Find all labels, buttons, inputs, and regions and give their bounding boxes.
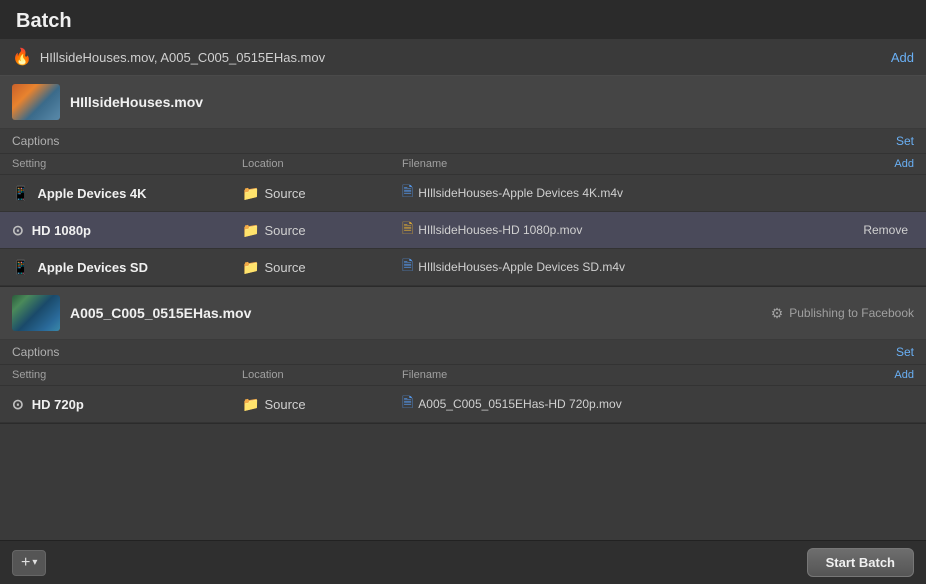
col-headers-1: Setting Location Filename Add [0, 154, 926, 175]
chevron-down-icon: ▾ [32, 557, 37, 568]
device-icon-1-3: 📱 [12, 259, 29, 276]
row-setting-label-1-2: HD 1080p [32, 223, 91, 238]
bottom-left: + ▾ [12, 550, 46, 576]
file-name-1: HIllsideHouses.mov [70, 94, 203, 110]
plus-icon: + [21, 554, 30, 572]
file-name-2: A005_C005_0515EHas.mov [70, 305, 251, 321]
row-setting-1-2: ⊙ HD 1080p [12, 222, 242, 239]
row-setting-1-1: 📱 Apple Devices 4K [12, 185, 242, 202]
row-filename-label-2-1: A005_C005_0515EHas-HD 720p.mov [418, 397, 621, 411]
file-action-2: ⚙ Publishing to Facebook [771, 305, 914, 322]
folder-icon-1-3: 📁 [242, 259, 259, 276]
col-setting-header-1: Setting [12, 158, 242, 170]
device-icon-2-1: ⊙ [12, 396, 24, 413]
captions-label-1: Captions [12, 134, 59, 148]
row-filename-label-1-2: HIllsideHouses-HD 1080p.mov [418, 223, 582, 237]
file-icon-1-1: 🗎 [402, 181, 413, 205]
device-icon-1-2: ⊙ [12, 222, 24, 239]
row-setting-2-1: ⊙ HD 720p [12, 396, 242, 413]
row-location-label-1-3: Source [264, 260, 305, 275]
row-filename-1-2: 🗎 HIllsideHouses-HD 1080p.mov [402, 218, 857, 242]
captions-row-2: Captions Set [0, 340, 926, 365]
encode-row-1-1[interactable]: 📱 Apple Devices 4K 📁 Source 🗎 HIllsideHo… [0, 175, 926, 212]
row-filename-label-1-1: HIllsideHouses-Apple Devices 4K.m4v [418, 186, 623, 200]
encode-row-1-3[interactable]: 📱 Apple Devices SD 📁 Source 🗎 HIllsideHo… [0, 249, 926, 286]
row-location-label-1-1: Source [264, 186, 305, 201]
row-setting-label-1-1: Apple Devices 4K [37, 186, 146, 201]
encode-row-2-1[interactable]: ⊙ HD 720p 📁 Source 🗎 A005_C005_0515EHas-… [0, 386, 926, 423]
gear-icon-2: ⚙ [771, 305, 784, 322]
captions-row-1: Captions Set [0, 129, 926, 154]
row-filename-1-1: 🗎 HIllsideHouses-Apple Devices 4K.m4v [402, 181, 914, 205]
content-area: 🔥 HIllsideHouses.mov, A005_C005_0515EHas… [0, 39, 926, 540]
col-location-header-2: Location [242, 369, 402, 381]
row-filename-1-3: 🗎 HIllsideHouses-Apple Devices SD.m4v [402, 255, 914, 279]
file-icon-1-3: 🗎 [402, 255, 413, 279]
row-location-2-1: 📁 Source [242, 396, 402, 413]
col-add-button-2[interactable]: Add [894, 369, 914, 381]
file-action-label-2: Publishing to Facebook [789, 306, 914, 320]
top-bar-filenames: HIllsideHouses.mov, A005_C005_0515EHas.m… [40, 50, 325, 65]
captions-set-button-2[interactable]: Set [896, 345, 914, 359]
top-bar: 🔥 HIllsideHouses.mov, A005_C005_0515EHas… [0, 39, 926, 76]
add-plus-button[interactable]: + ▾ [12, 550, 46, 576]
row-location-1-1: 📁 Source [242, 185, 402, 202]
folder-icon-2-1: 📁 [242, 396, 259, 413]
file-icon-2-1: 🗎 [402, 392, 413, 416]
captions-set-button-1[interactable]: Set [896, 134, 914, 148]
row-filename-2-1: 🗎 A005_C005_0515EHas-HD 720p.mov [402, 392, 914, 416]
bottom-bar: + ▾ Start Batch [0, 540, 926, 584]
top-add-button[interactable]: Add [891, 50, 914, 65]
row-filename-label-1-3: HIllsideHouses-Apple Devices SD.m4v [418, 260, 625, 274]
col-headers-2: Setting Location Filename Add [0, 365, 926, 386]
encode-row-1-2[interactable]: ⊙ HD 1080p 📁 Source 🗎 HIllsideHouses-HD … [0, 212, 926, 249]
file-header-2: A005_C005_0515EHas.mov ⚙ Publishing to F… [0, 287, 926, 340]
row-location-label-2-1: Source [264, 397, 305, 412]
col-filename-header-1: Filename [402, 158, 894, 170]
file-header-1: HIllsideHouses.mov [0, 76, 926, 129]
col-add-button-1[interactable]: Add [894, 158, 914, 170]
row-location-1-3: 📁 Source [242, 259, 402, 276]
page-title: Batch [0, 0, 926, 39]
file-section-2: A005_C005_0515EHas.mov ⚙ Publishing to F… [0, 287, 926, 424]
row-setting-label-1-3: Apple Devices SD [37, 260, 148, 275]
row-setting-1-3: 📱 Apple Devices SD [12, 259, 242, 276]
top-bar-files: 🔥 HIllsideHouses.mov, A005_C005_0515EHas… [12, 47, 325, 67]
col-location-header-1: Location [242, 158, 402, 170]
file-thumbnail-1 [12, 84, 60, 120]
folder-icon-1-2: 📁 [242, 222, 259, 239]
file-thumbnail-2 [12, 295, 60, 331]
col-filename-header-2: Filename [402, 369, 894, 381]
col-setting-header-2: Setting [12, 369, 242, 381]
row-location-label-1-2: Source [264, 223, 305, 238]
start-batch-button[interactable]: Start Batch [807, 548, 914, 577]
remove-button-1-2[interactable]: Remove [857, 221, 914, 239]
file-section-1: HIllsideHouses.mov Captions Set Setting … [0, 76, 926, 287]
file-icon-1-2: 🗎 [402, 218, 413, 242]
captions-label-2: Captions [12, 345, 59, 359]
folder-icon-1-1: 📁 [242, 185, 259, 202]
device-icon-1-1: 📱 [12, 185, 29, 202]
fire-icon: 🔥 [12, 47, 32, 67]
row-setting-label-2-1: HD 720p [32, 397, 84, 412]
row-location-1-2: 📁 Source [242, 222, 402, 239]
